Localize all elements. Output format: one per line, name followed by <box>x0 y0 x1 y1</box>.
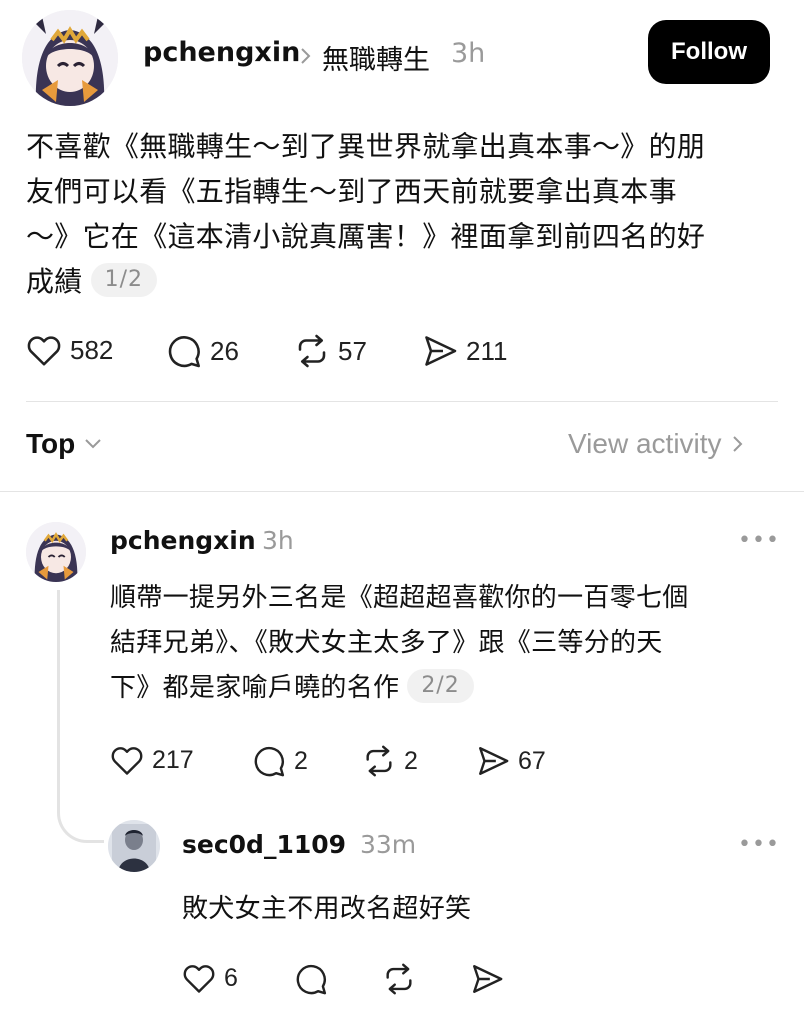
reply-author-avatar[interactable] <box>108 820 160 872</box>
avatar-image <box>26 522 86 582</box>
comment-button[interactable]: 2 <box>252 744 308 778</box>
reply-text: 敗犬女主不用改名超好笑 <box>182 894 472 924</box>
reply-text-line: 順帶一提另外三名是《超超超喜歡你的一百零七個 <box>110 583 689 613</box>
like-count: 6 <box>224 963 238 992</box>
follow-button[interactable]: Follow <box>648 20 770 84</box>
reply-text-line-end: 下》都是家喻戶曉的名作 <box>110 673 400 703</box>
view-activity-label: View activity <box>568 428 722 459</box>
post-text-line: 不喜歡《無職轉生～到了異世界就拿出真本事～》的朋 <box>26 130 706 163</box>
reply-time: 3h <box>262 526 294 555</box>
share-button[interactable]: 67 <box>476 744 546 778</box>
repost-button[interactable] <box>382 962 416 996</box>
share-count: 211 <box>466 335 508 366</box>
reply-pager-badge: 2/2 <box>407 668 474 703</box>
reply-author-avatar[interactable] <box>26 522 86 582</box>
share-button[interactable]: 211 <box>422 333 507 369</box>
send-icon <box>473 965 503 993</box>
reply-text: 順帶一提另外三名是《超超超喜歡你的一百零七個 結拜兄弟》、《敗犬女主太多了》跟《… <box>110 576 689 711</box>
heart-icon <box>111 747 143 775</box>
chevron-right-icon <box>300 47 312 69</box>
comment-count: 2 <box>294 746 308 775</box>
sort-dropdown[interactable]: Top <box>26 428 103 460</box>
sort-label: Top <box>26 428 76 459</box>
reply-text-line: 結拜兄弟》、《敗犬女主太多了》跟《三等分的天 <box>110 628 663 658</box>
post-text: 不喜歡《無職轉生～到了異世界就拿出真本事～》的朋 友們可以看《五指轉生～到了西天… <box>26 124 705 304</box>
reply-author-name[interactable]: pchengxin <box>110 526 256 555</box>
chevron-right-icon <box>732 436 742 452</box>
post-text-line: 友們可以看《五指轉生～到了西天前就要拿出真本事 <box>26 175 677 208</box>
repost-count: 57 <box>338 335 367 366</box>
heart-icon <box>183 965 215 993</box>
repost-icon <box>298 334 326 368</box>
avatar-image <box>108 820 160 872</box>
reply-text-line: 下》都是家喻戶曉的名作 2/2 <box>110 666 689 711</box>
post-text-line: ～》它在《這本清小說真厲害！》裡面拿到前四名的好 <box>26 220 706 253</box>
repost-icon <box>366 745 392 777</box>
comment-bubble-icon <box>168 336 200 368</box>
post-author-avatar[interactable] <box>22 10 118 106</box>
post-text-line-end: 成績 <box>26 265 83 298</box>
post-time: 3h <box>451 38 486 69</box>
divider <box>0 491 804 492</box>
send-icon <box>425 336 457 366</box>
heart-icon <box>27 336 61 366</box>
chevron-down-icon <box>85 439 101 449</box>
like-count: 217 <box>152 745 194 774</box>
more-dots-icon[interactable]: ••• <box>738 832 780 857</box>
share-count: 67 <box>518 746 546 775</box>
more-dots-icon[interactable]: ••• <box>738 528 780 553</box>
post-text-line: 成績 1/2 <box>26 259 705 304</box>
repost-button[interactable]: 2 <box>362 744 418 778</box>
comment-bubble-icon <box>296 964 327 995</box>
repost-icon <box>386 963 412 995</box>
comment-button[interactable] <box>294 962 328 996</box>
comment-button[interactable]: 26 <box>166 333 239 369</box>
divider <box>26 401 778 402</box>
thread-connector-line <box>57 590 104 843</box>
comment-bubble-icon <box>254 746 285 777</box>
view-activity-link[interactable]: View activity <box>568 428 744 460</box>
reply-author-name[interactable]: sec0d_1109 <box>182 830 346 859</box>
like-button[interactable]: 217 <box>110 744 194 776</box>
like-button[interactable]: 6 <box>182 962 238 994</box>
repost-count: 2 <box>404 746 418 775</box>
send-icon <box>479 747 509 775</box>
repost-button[interactable]: 57 <box>294 333 367 369</box>
avatar-image <box>22 10 118 106</box>
like-count: 582 <box>70 334 114 365</box>
post-topic-link[interactable]: 無職轉生 <box>322 38 430 77</box>
comment-count: 26 <box>210 335 239 366</box>
reply-time: 33m <box>360 830 417 859</box>
share-button[interactable] <box>470 962 504 996</box>
like-button[interactable]: 582 <box>26 333 113 367</box>
post-author-name[interactable]: pchengxin <box>143 37 300 68</box>
post-pager-badge: 1/2 <box>90 263 158 297</box>
